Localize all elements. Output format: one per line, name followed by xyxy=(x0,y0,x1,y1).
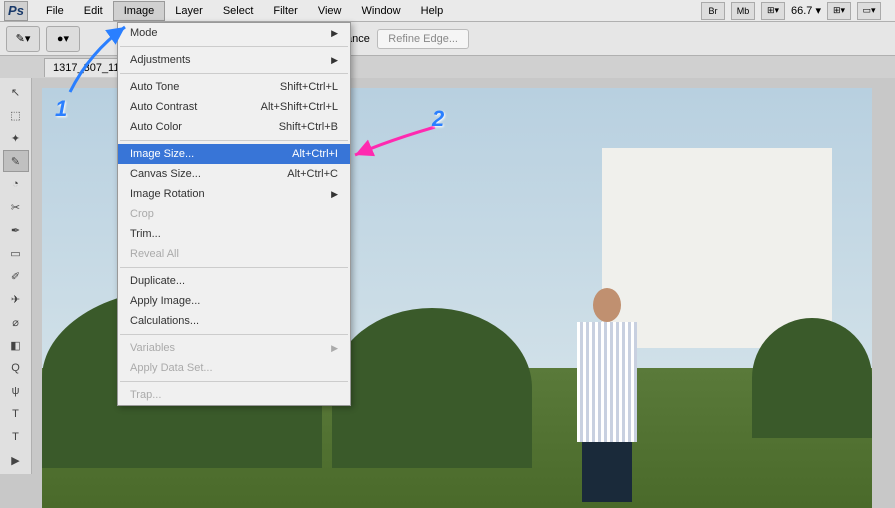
refine-edge-button[interactable]: Refine Edge... xyxy=(377,29,469,49)
menu-separator xyxy=(120,267,348,268)
image-menu-dropdown: Mode▶Adjustments▶Auto ToneShift+Ctrl+LAu… xyxy=(117,22,351,406)
menu-separator xyxy=(120,334,348,335)
menu-item-apply-image[interactable]: Apply Image... xyxy=(118,291,350,311)
image-person xyxy=(562,288,652,498)
lasso-tool-icon[interactable]: ✦ xyxy=(3,127,29,149)
menu-shortcut: Shift+Ctrl+B xyxy=(279,121,338,133)
brush-preset-icon[interactable]: ●▾ xyxy=(46,26,80,52)
history-brush-tool-icon[interactable]: ✈ xyxy=(3,288,29,310)
ps-logo: Ps xyxy=(4,1,28,21)
menu-item-duplicate[interactable]: Duplicate... xyxy=(118,271,350,291)
menu-item-label: Image Size... xyxy=(130,148,194,160)
eyedropper-tool-icon[interactable]: ✂ xyxy=(3,196,29,218)
submenu-arrow-icon: ▶ xyxy=(331,28,338,39)
menu-item-calculations[interactable]: Calculations... xyxy=(118,311,350,331)
menu-item-label: Auto Color xyxy=(130,121,182,133)
menubar: Ps File Edit Image Layer Select Filter V… xyxy=(0,0,895,22)
blur-tool-icon[interactable]: Q xyxy=(3,357,29,379)
menu-separator xyxy=(120,381,348,382)
menu-item-auto-tone[interactable]: Auto Tone Shift+Ctrl+L xyxy=(118,77,350,97)
menu-layer[interactable]: Layer xyxy=(165,2,213,20)
menu-select[interactable]: Select xyxy=(213,2,264,20)
menu-window[interactable]: Window xyxy=(352,2,411,20)
menu-item-auto-color[interactable]: Auto Color Shift+Ctrl+B xyxy=(118,117,350,137)
workspace-icon[interactable]: ▭▾ xyxy=(857,2,881,20)
menu-item-label: Calculations... xyxy=(130,315,199,327)
minibridge-icon[interactable]: Mb xyxy=(731,2,755,20)
menu-item-label: Reveal All xyxy=(130,248,179,260)
menu-item-label: Mode xyxy=(130,27,158,39)
menu-item-label: Adjustments xyxy=(130,54,191,66)
menu-help[interactable]: Help xyxy=(411,2,454,20)
annotation-number-1: 1 xyxy=(55,96,67,122)
menu-item-label: Duplicate... xyxy=(130,275,185,287)
menu-shortcut: Alt+Ctrl+C xyxy=(287,168,338,180)
menu-item-label: Trim... xyxy=(130,228,161,240)
menu-item-label: Apply Image... xyxy=(130,295,200,307)
zoom-level[interactable]: 66.7 ▾ xyxy=(791,4,821,17)
menu-item-crop: Crop xyxy=(118,204,350,224)
menu-item-trap: Trap... xyxy=(118,385,350,405)
menu-item-label: Apply Data Set... xyxy=(130,362,213,374)
dodge-tool-icon[interactable]: ψ xyxy=(3,380,29,402)
menu-image[interactable]: Image xyxy=(113,1,166,21)
submenu-arrow-icon: ▶ xyxy=(331,189,338,200)
gradient-tool-icon[interactable]: ◧ xyxy=(3,334,29,356)
bridge-icon[interactable]: Br xyxy=(701,2,725,20)
menu-item-reveal-all: Reveal All xyxy=(118,244,350,264)
stamp-tool-icon[interactable]: ✐ xyxy=(3,265,29,287)
menu-shortcut: Shift+Ctrl+L xyxy=(280,81,338,93)
image-bush xyxy=(752,318,872,438)
menu-item-variables: Variables ▶ xyxy=(118,338,350,358)
menu-item-trim[interactable]: Trim... xyxy=(118,224,350,244)
move-tool-icon[interactable]: ↖ xyxy=(3,81,29,103)
menu-item-label: Image Rotation xyxy=(130,188,205,200)
annotation-number-2: 2 xyxy=(432,106,444,132)
menu-item-adjustments[interactable]: Adjustments ▶ xyxy=(118,50,350,70)
menu-shortcut: Alt+Ctrl+I xyxy=(292,148,338,160)
menu-file[interactable]: File xyxy=(36,2,74,20)
menu-separator xyxy=(120,46,348,47)
submenu-arrow-icon: ▶ xyxy=(331,55,338,66)
menubar-right: Br Mb ⊞▾ 66.7 ▾ ⊞▾ ▭▾ xyxy=(701,2,891,20)
submenu-arrow-icon: ▶ xyxy=(331,343,338,354)
marquee-tool-icon[interactable]: ⬚ xyxy=(3,104,29,126)
tools-panel: ↖ ⬚ ✦ ✎ ◔ ✂ ✒ ▭ ✐ ✈ ⌀ ◧ Q ψ T T ▶ xyxy=(0,78,32,474)
menu-view[interactable]: View xyxy=(308,2,352,20)
arrange-icon[interactable]: ⊞▾ xyxy=(827,2,851,20)
menu-item-image-rotation[interactable]: Image Rotation ▶ xyxy=(118,184,350,204)
menu-separator xyxy=(120,73,348,74)
menu-item-auto-contrast[interactable]: Auto Contrast Alt+Shift+Ctrl+L xyxy=(118,97,350,117)
path-select-tool-icon[interactable]: ▶ xyxy=(3,449,29,471)
tool-preset-icon[interactable]: ✎▾ xyxy=(6,26,40,52)
menu-item-image-size[interactable]: Image Size... Alt+Ctrl+I xyxy=(118,144,350,164)
menu-item-canvas-size[interactable]: Canvas Size... Alt+Ctrl+C xyxy=(118,164,350,184)
menu-shortcut: Alt+Shift+Ctrl+L xyxy=(261,101,338,113)
image-bush xyxy=(332,308,532,468)
menu-item-mode[interactable]: Mode ▶ xyxy=(118,23,350,43)
menu-filter[interactable]: Filter xyxy=(263,2,307,20)
quick-select-tool-icon[interactable]: ✎ xyxy=(3,150,29,172)
menu-item-label: Variables xyxy=(130,342,175,354)
pen-tool-icon[interactable]: T xyxy=(3,403,29,425)
brush-tool-icon[interactable]: ▭ xyxy=(3,242,29,264)
eraser-tool-icon[interactable]: ⌀ xyxy=(3,311,29,333)
menu-item-label: Trap... xyxy=(130,389,161,401)
screen-mode-icon[interactable]: ⊞▾ xyxy=(761,2,785,20)
menu-item-label: Auto Contrast xyxy=(130,101,197,113)
crop-tool-icon[interactable]: ◔ xyxy=(3,173,29,195)
menu-edit[interactable]: Edit xyxy=(74,2,113,20)
healing-tool-icon[interactable]: ✒ xyxy=(3,219,29,241)
menu-item-label: Crop xyxy=(130,208,154,220)
menu-separator xyxy=(120,140,348,141)
type-tool-icon[interactable]: T xyxy=(3,426,29,448)
menu-item-label: Auto Tone xyxy=(130,81,179,93)
menu-item-label: Canvas Size... xyxy=(130,168,201,180)
menu-item-apply-data-set: Apply Data Set... xyxy=(118,358,350,378)
